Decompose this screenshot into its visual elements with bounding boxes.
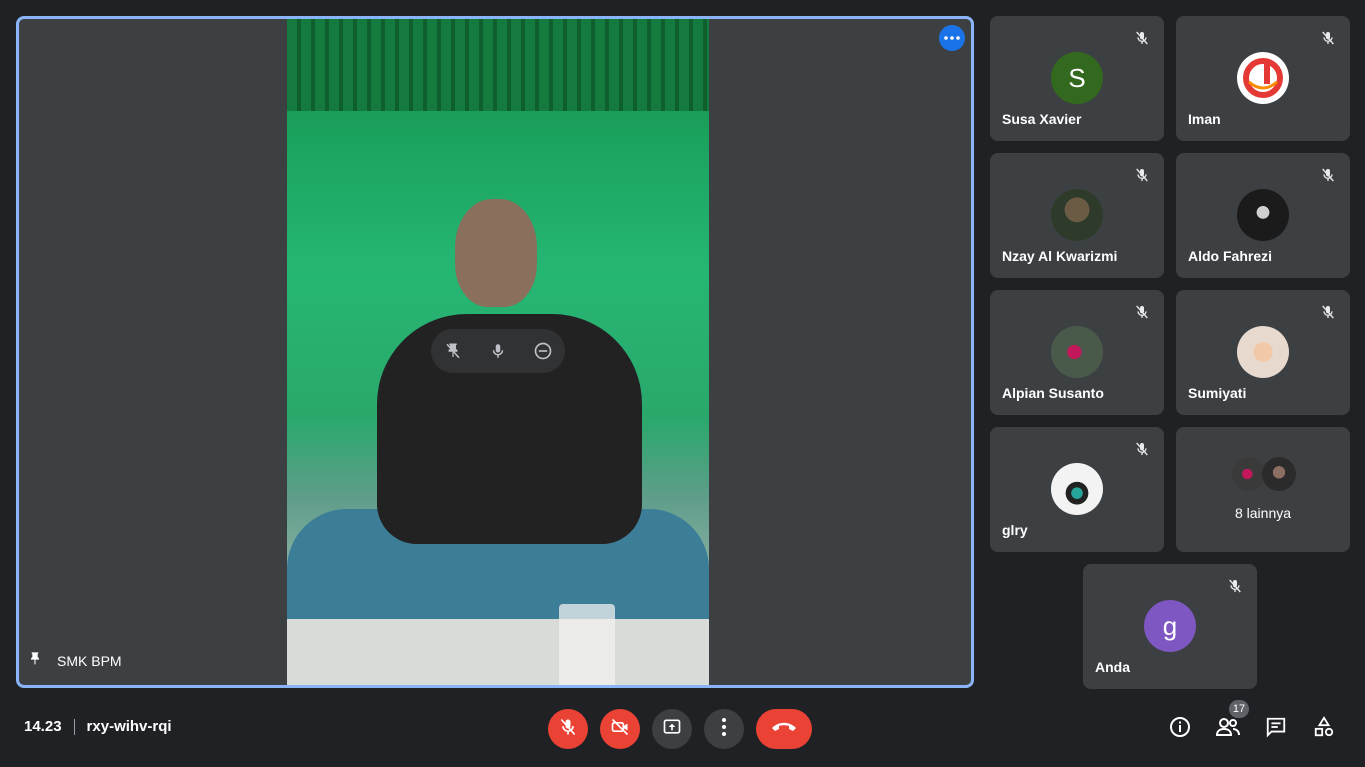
meeting-time: 14.23 bbox=[24, 718, 62, 735]
people-button[interactable] bbox=[1215, 716, 1241, 742]
others-tile[interactable]: 8 lainnya bbox=[1176, 427, 1350, 552]
participant-name: Nzay Al Kwarizmi bbox=[1002, 248, 1118, 264]
video-person-head bbox=[455, 199, 537, 307]
participant-tile[interactable]: glry bbox=[990, 427, 1164, 552]
avatar bbox=[1237, 189, 1289, 241]
present-screen-button[interactable] bbox=[652, 709, 692, 749]
meeting-code: rxy-wihv-rqi bbox=[86, 718, 172, 735]
remove-participant-icon[interactable] bbox=[532, 340, 554, 362]
mute-participant-icon[interactable] bbox=[487, 340, 509, 362]
participant-name: Alpian Susanto bbox=[1002, 385, 1104, 401]
video-background-roof bbox=[287, 19, 709, 111]
participant-tile[interactable]: S Susa Xavier bbox=[990, 16, 1164, 141]
self-tile[interactable]: g Anda bbox=[1083, 564, 1257, 689]
mic-off-icon bbox=[558, 717, 578, 742]
mic-off-icon bbox=[1132, 28, 1152, 48]
participant-name: Iman bbox=[1188, 111, 1221, 127]
more-vert-icon bbox=[722, 717, 726, 741]
video-cup bbox=[559, 604, 615, 685]
activities-icon bbox=[1313, 715, 1335, 743]
others-count-label: 8 lainnya bbox=[1234, 505, 1292, 521]
hang-up-icon bbox=[771, 720, 797, 738]
avatar bbox=[1051, 326, 1103, 378]
participant-tile[interactable]: Iman bbox=[1176, 16, 1350, 141]
participant-tile[interactable]: Alpian Susanto bbox=[990, 290, 1164, 415]
info-icon bbox=[1168, 715, 1192, 744]
logo-icon bbox=[1243, 58, 1283, 98]
participant-name: Sumiyati bbox=[1188, 385, 1247, 401]
video-floor bbox=[287, 619, 709, 685]
more-options-icon[interactable] bbox=[939, 25, 965, 51]
mic-off-icon bbox=[1132, 302, 1152, 322]
chat-icon bbox=[1265, 716, 1287, 743]
meeting-info: 14.23 rxy-wihv-rqi bbox=[24, 718, 172, 735]
avatar bbox=[1237, 326, 1289, 378]
activities-button[interactable] bbox=[1311, 715, 1337, 743]
participant-tile[interactable]: Nzay Al Kwarizmi bbox=[990, 153, 1164, 278]
mic-off-icon bbox=[1318, 302, 1338, 322]
avatar bbox=[1262, 457, 1296, 491]
present-icon bbox=[661, 717, 683, 742]
mic-off-icon bbox=[1132, 439, 1152, 459]
avatar: g bbox=[1144, 600, 1196, 652]
unpin-icon[interactable] bbox=[442, 340, 464, 362]
mic-off-icon bbox=[1225, 576, 1245, 596]
mic-off-icon bbox=[1318, 28, 1338, 48]
divider bbox=[73, 718, 75, 735]
avatar: S bbox=[1051, 52, 1103, 104]
toggle-camera-button[interactable] bbox=[600, 709, 640, 749]
avatar bbox=[1237, 52, 1289, 104]
mic-off-icon bbox=[1318, 165, 1338, 185]
toggle-mic-button[interactable] bbox=[548, 709, 588, 749]
mic-off-icon bbox=[1132, 165, 1152, 185]
participant-name: Anda bbox=[1095, 659, 1130, 675]
chat-button[interactable] bbox=[1263, 716, 1289, 742]
avatar bbox=[1051, 463, 1103, 515]
stage-participant-label: SMK BPM bbox=[27, 650, 122, 671]
participant-tile[interactable]: Sumiyati bbox=[1176, 290, 1350, 415]
participant-name: glry bbox=[1002, 522, 1028, 538]
more-options-button[interactable] bbox=[704, 709, 744, 749]
participant-tile[interactable]: Aldo Fahrezi bbox=[1176, 153, 1350, 278]
leave-call-button[interactable] bbox=[756, 709, 812, 749]
camera-off-icon bbox=[609, 717, 631, 742]
tile-hover-controls bbox=[431, 329, 565, 373]
participant-count-badge: 17 bbox=[1229, 700, 1249, 718]
pin-icon bbox=[27, 650, 43, 671]
stage-participant-name: SMK BPM bbox=[57, 652, 122, 669]
meeting-details-button[interactable] bbox=[1167, 716, 1193, 742]
main-video-stage[interactable]: SMK BPM bbox=[16, 16, 974, 688]
participant-name: Aldo Fahrezi bbox=[1188, 248, 1273, 264]
avatar bbox=[1232, 457, 1266, 491]
people-icon bbox=[1215, 716, 1241, 743]
avatar bbox=[1051, 189, 1103, 241]
participant-name: Susa Xavier bbox=[1002, 111, 1082, 127]
